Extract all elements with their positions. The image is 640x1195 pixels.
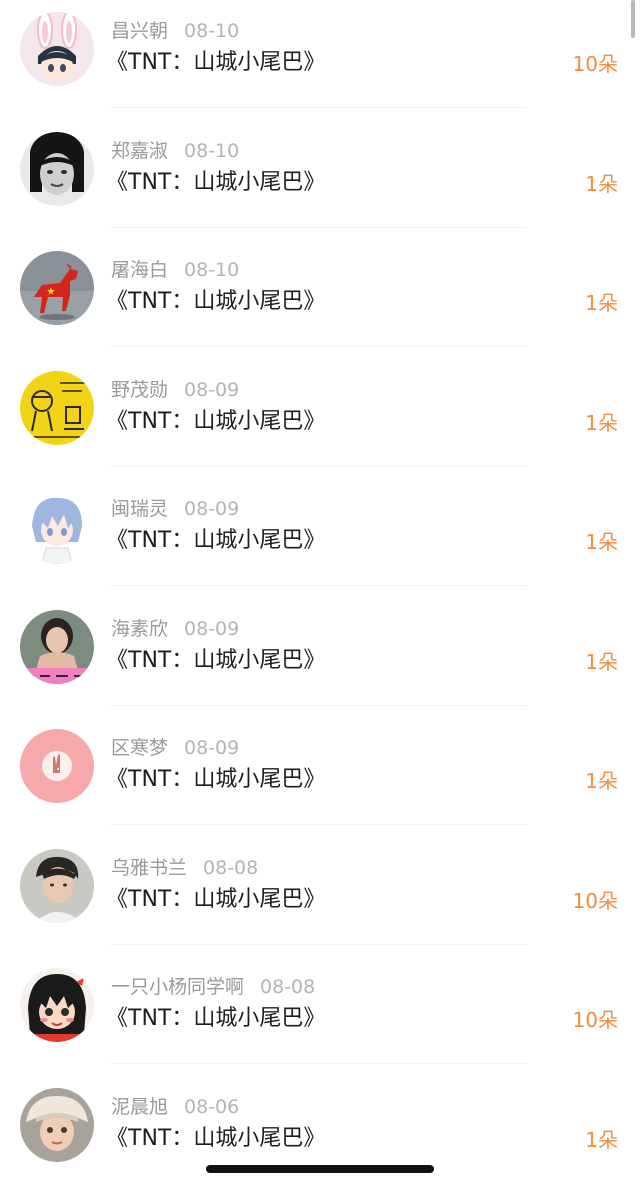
flower-count: 1朵 (585, 288, 618, 318)
list-item[interactable]: 昌兴朝 08-10 《TNT：山城小尾巴》 10朵 (0, 0, 640, 120)
avatar[interactable] (20, 610, 94, 684)
row-divider (111, 824, 526, 825)
avatar[interactable] (20, 729, 94, 803)
book-title[interactable]: 《TNT：山城小尾巴》 (106, 526, 325, 556)
row-divider (111, 585, 526, 586)
gift-date: 08-09 (184, 737, 239, 759)
sender-name[interactable]: 郑嘉淑 (111, 140, 168, 162)
sender-meta: 闽瑞灵 08-09 (111, 496, 239, 522)
row-divider (111, 346, 526, 347)
row-divider (111, 1063, 526, 1064)
row-divider (111, 107, 526, 108)
book-title[interactable]: 《TNT：山城小尾巴》 (106, 646, 325, 676)
sender-name[interactable]: 闽瑞灵 (111, 498, 168, 520)
gift-date: 08-06 (184, 1096, 239, 1118)
avatar[interactable] (20, 1088, 94, 1162)
sender-meta: 屠海白 08-10 (111, 257, 239, 283)
avatar[interactable] (20, 968, 94, 1042)
flower-count: 1朵 (585, 169, 618, 199)
sender-meta: 乌雅书兰 08-08 (111, 855, 258, 881)
avatar[interactable] (20, 849, 94, 923)
sender-name[interactable]: 区寒梦 (111, 737, 168, 759)
sender-name[interactable]: 野茂勋 (111, 379, 168, 401)
gift-list: 昌兴朝 08-10 《TNT：山城小尾巴》 10朵 郑嘉淑 08-10 《TNT：山… (0, 0, 640, 1195)
pink-rabbit-avatar-icon (20, 729, 94, 803)
row-divider (111, 227, 526, 228)
gift-date: 08-10 (184, 20, 239, 42)
sender-meta: 野茂勋 08-09 (111, 377, 239, 403)
list-item[interactable]: 区寒梦 08-09 《TNT：山城小尾巴》 1朵 (0, 717, 640, 837)
avatar[interactable] (20, 251, 94, 325)
gift-date: 08-09 (184, 618, 239, 640)
book-title[interactable]: 《TNT：山城小尾巴》 (106, 287, 325, 317)
book-title[interactable]: 《TNT：山城小尾巴》 (106, 168, 325, 198)
child-hat-photo-avatar-icon (20, 1088, 94, 1162)
book-title[interactable]: 《TNT：山城小尾巴》 (106, 1124, 325, 1154)
sender-name[interactable]: 泥晨旭 (111, 1096, 168, 1118)
row-divider (111, 705, 526, 706)
gift-date: 08-10 (184, 140, 239, 162)
book-title[interactable]: 《TNT：山城小尾巴》 (106, 407, 325, 437)
list-item[interactable]: 一只小杨同学啊 08-08 《TNT：山城小尾巴》 10朵 (0, 956, 640, 1076)
list-item[interactable]: 海素欣 08-09 《TNT：山城小尾巴》 1朵 (0, 598, 640, 718)
gift-date: 08-08 (260, 976, 315, 998)
sender-meta: 泥晨旭 08-06 (111, 1094, 239, 1120)
woman-photo-avatar-icon (20, 610, 94, 684)
sender-meta: 区寒梦 08-09 (111, 735, 239, 761)
avatar[interactable] (20, 132, 94, 206)
sender-name[interactable]: 乌雅书兰 (111, 857, 187, 879)
sender-name[interactable]: 一只小杨同学啊 (111, 976, 244, 998)
gift-date: 08-09 (184, 379, 239, 401)
sender-name[interactable]: 海素欣 (111, 618, 168, 640)
avatar[interactable] (20, 12, 94, 86)
sender-name[interactable]: 昌兴朝 (111, 20, 168, 42)
flower-count: 10朵 (573, 49, 618, 79)
list-item[interactable]: 闽瑞灵 08-09 《TNT：山城小尾巴》 1朵 (0, 478, 640, 598)
blue-hair-anime-avatar-icon (20, 490, 94, 564)
row-divider (111, 466, 526, 467)
list-item[interactable]: 郑嘉淑 08-10 《TNT：山城小尾巴》 1朵 (0, 120, 640, 240)
bunny-ears-anime-avatar-icon (20, 12, 94, 86)
home-indicator[interactable] (206, 1165, 434, 1173)
flower-count: 10朵 (573, 886, 618, 916)
flower-count: 1朵 (585, 527, 618, 557)
sender-meta: 昌兴朝 08-10 (111, 18, 239, 44)
cartoon-girl-avatar-icon (20, 968, 94, 1042)
black-white-portrait-avatar-icon (20, 132, 94, 206)
list-item[interactable]: 野茂勋 08-09 《TNT：山城小尾巴》 1朵 (0, 359, 640, 479)
list-item[interactable]: 乌雅书兰 08-08 《TNT：山城小尾巴》 10朵 (0, 837, 640, 957)
flower-count: 1朵 (585, 766, 618, 796)
avatar[interactable] (20, 490, 94, 564)
sender-meta: 郑嘉淑 08-10 (111, 138, 239, 164)
yellow-doodle-avatar-icon (20, 371, 94, 445)
avatar[interactable] (20, 371, 94, 445)
book-title[interactable]: 《TNT：山城小尾巴》 (106, 1004, 325, 1034)
scrollbar[interactable] (631, 0, 635, 38)
list-item[interactable]: 泥晨旭 08-06 《TNT：山城小尾巴》 1朵 (0, 1076, 640, 1195)
book-title[interactable]: 《TNT：山城小尾巴》 (106, 885, 325, 915)
sender-meta: 一只小杨同学啊 08-08 (111, 974, 315, 1000)
gift-date: 08-09 (184, 498, 239, 520)
red-horse-figurine-avatar-icon (20, 251, 94, 325)
young-man-photo-avatar-icon (20, 849, 94, 923)
flower-count: 1朵 (585, 408, 618, 438)
sender-name[interactable]: 屠海白 (111, 259, 168, 281)
flower-count: 10朵 (573, 1005, 618, 1035)
gift-date: 08-08 (203, 857, 258, 879)
list-item[interactable]: 屠海白 08-10 《TNT：山城小尾巴》 1朵 (0, 239, 640, 359)
book-title[interactable]: 《TNT：山城小尾巴》 (106, 48, 325, 78)
flower-count: 1朵 (585, 1125, 618, 1155)
flower-count: 1朵 (585, 647, 618, 677)
sender-meta: 海素欣 08-09 (111, 616, 239, 642)
gift-date: 08-10 (184, 259, 239, 281)
book-title[interactable]: 《TNT：山城小尾巴》 (106, 765, 325, 795)
row-divider (111, 944, 526, 945)
